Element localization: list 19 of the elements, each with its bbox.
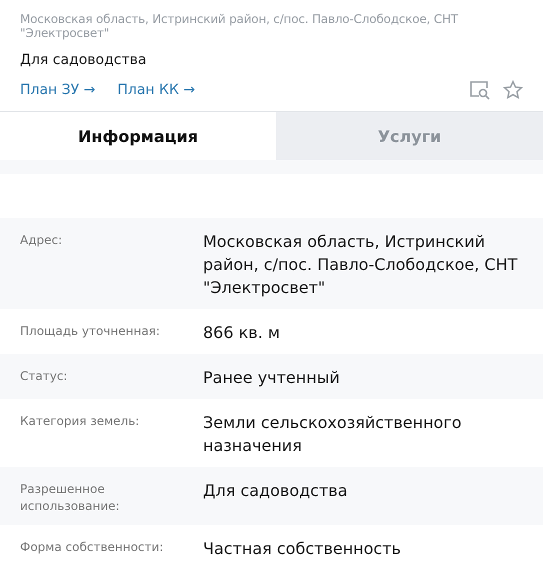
tab[interactable]: Услуги [276, 112, 543, 160]
field-value: Для садоводства [203, 480, 349, 502]
purpose-text: Для садоводства [20, 52, 148, 68]
field-value: Ранее учтенный [203, 367, 341, 389]
field-label: Адрес: [20, 232, 64, 249]
field-value: Земли сельскохозяйственного назначения [203, 412, 463, 457]
plan-link[interactable]: План КК → [117, 82, 196, 98]
field-value: Частная собственность [203, 538, 402, 560]
field-label: Форма собственности: [20, 539, 164, 556]
address-text: Московская область, Истринский район, с/пос. Павло-Слободское, СНТ "Электросвет" [20, 12, 460, 40]
field-value: 866 кв. м [203, 322, 281, 344]
document-search-icon[interactable] [469, 80, 491, 100]
field-label: Категория земель: [20, 413, 140, 430]
field-value: Московская область, Истринский район, с/пос. Павло-Слободское, СНТ "Электросвет" [203, 231, 518, 299]
field-label: Разрешенное использование: [20, 481, 121, 515]
field-label: Площадь уточненная: [20, 323, 161, 340]
star-icon[interactable] [503, 80, 523, 100]
plan-link[interactable]: План ЗУ → [20, 82, 96, 98]
field-label: Статус: [20, 368, 68, 385]
